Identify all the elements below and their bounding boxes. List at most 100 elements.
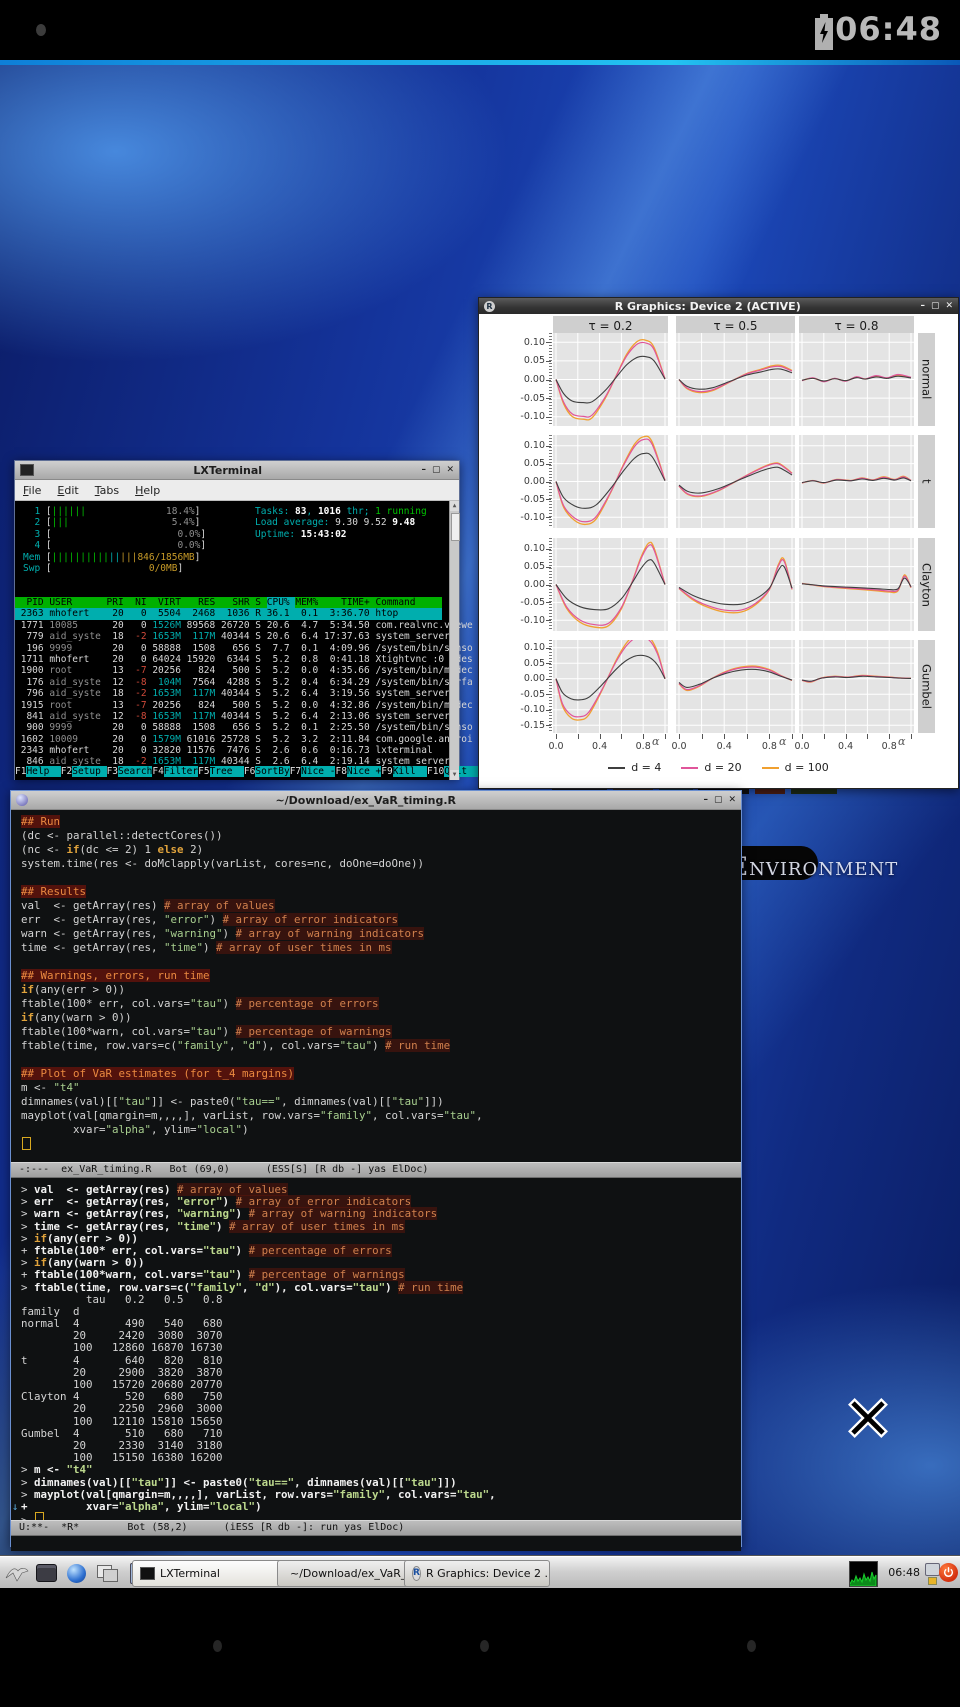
nav-recents-dot[interactable] <box>747 1640 756 1652</box>
console-line: > m <- "t4" <box>21 1463 741 1475</box>
console-line: family d <box>21 1305 741 1317</box>
terminal-screen[interactable]: 1 [|||||| 18.4%] 2 [||| 5.4%] 3 [ 0.0%] … <box>15 501 459 780</box>
fnkey-f3[interactable]: F3 <box>107 766 118 777</box>
y-tick <box>546 417 551 418</box>
htop-table-header[interactable]: PID USER PRI NI VIRT RES SHR S CPU% MEM%… <box>15 597 442 608</box>
fnkey-f10[interactable]: F10 <box>427 766 444 777</box>
maximize-button[interactable]: ▢ <box>931 302 940 311</box>
htop-process-row[interactable]: 2363 mhofert 20 0 5504 2468 1036 R 36.1 … <box>15 608 442 619</box>
scrollbar-thumb[interactable] <box>451 513 460 541</box>
plot-panel <box>676 538 795 631</box>
x-tick <box>824 734 825 739</box>
htop-process-row[interactable]: 196 9999 20 0 58888 1508 656 S 7.7 0.1 4… <box>15 643 442 654</box>
y-tick <box>546 694 551 695</box>
taskbar-clock[interactable]: 06:48 <box>888 1566 920 1579</box>
fnkey-f2[interactable]: F2 <box>61 766 72 777</box>
y-tick-label: 0.10 <box>511 543 545 554</box>
fnkey-f6[interactable]: F6 <box>244 766 255 777</box>
htop-process-row[interactable]: 1900 root 13 -7 20256 824 500 S 5.2 0.0 … <box>15 665 442 676</box>
menu-item-help[interactable]: Help <box>135 484 160 497</box>
wallpaper-highlight <box>0 60 960 65</box>
facet-row-strip: Clayton <box>918 538 935 631</box>
y-tick-label: -0.10 <box>511 512 545 523</box>
nav-home-dot[interactable] <box>480 1640 489 1652</box>
scroll-up-icon[interactable]: ▲ <box>450 501 459 511</box>
close-button[interactable]: ✕ <box>728 796 736 805</box>
y-tick-label: 0.00 <box>511 673 545 684</box>
console-line: 20 2250 2960 3000 <box>21 1402 741 1414</box>
menu-item-file[interactable]: File <box>23 484 41 497</box>
y-tick <box>546 464 551 465</box>
htop-process-row[interactable]: 900 9999 20 0 58888 1508 656 S 5.2 0.1 2… <box>15 722 442 733</box>
plot-panel <box>676 640 795 733</box>
plot-legend: d = 4d = 20d = 100 <box>479 761 958 774</box>
console-line: > ftable(time, row.vars=c("family", "d")… <box>21 1281 741 1293</box>
y-tick <box>546 679 551 680</box>
browser-icon[interactable] <box>64 1561 89 1586</box>
minimize-button[interactable]: – <box>421 466 426 475</box>
taskbar-task-2[interactable]: ~/Download/ex_VaR_... <box>277 1560 413 1587</box>
y-tick-label: -0.10 <box>511 704 545 715</box>
htop-meter-line: 2 [||| 5.4%] <box>23 517 206 528</box>
emacs-r-console-buffer[interactable]: > val <- getArray(res) # array of values… <box>11 1178 741 1520</box>
code-line: ftable(100* err, col.vars="tau") # perce… <box>21 997 741 1011</box>
console-line: > warn <- getArray(res, "warning") # arr… <box>21 1207 741 1219</box>
console-line: 20 2420 3080 3070 <box>21 1329 741 1341</box>
console-line: > mayplot(val[qmargin=m,,,,], varList, r… <box>21 1488 741 1500</box>
htop-process-row[interactable]: 1915 root 13 -7 20256 824 500 S 5.2 0.0 … <box>15 700 442 711</box>
menu-item-edit[interactable]: Edit <box>57 484 78 497</box>
scroll-down-icon[interactable]: ▼ <box>450 770 459 780</box>
htop-process-row[interactable]: 1602 10009 20 0 1579M 61016 25728 S 5.2 … <box>15 734 442 745</box>
maximize-button[interactable]: ▢ <box>714 796 723 805</box>
fnkey-f1[interactable]: F1 <box>15 766 26 777</box>
console-line: > err <- getArray(res, "error") # array … <box>21 1195 741 1207</box>
logout-power-icon[interactable] <box>939 1563 958 1582</box>
fnkey-f4[interactable]: F4 <box>152 766 163 777</box>
htop-process-row[interactable]: 1771 10085 20 0 1526M 89568 26720 S 20.6… <box>15 620 442 631</box>
r-graphics-titlebar[interactable]: R R Graphics: Device 2 (ACTIVE) – ▢ ✕ <box>479 298 958 314</box>
x-tick-label: 0.0 <box>543 741 569 752</box>
fnkey-f9[interactable]: F9 <box>381 766 392 777</box>
screenlock-icon[interactable] <box>925 1563 940 1583</box>
minimize-button[interactable]: – <box>920 302 925 311</box>
nav-back-dot[interactable] <box>213 1640 222 1652</box>
htop-process-row[interactable]: 796 aid_syste 18 -2 1653M 117M 40344 S 5… <box>15 688 442 699</box>
taskbar-task-3[interactable]: RR Graphics: Device 2 ... <box>404 1560 550 1587</box>
close-button[interactable]: ✕ <box>446 466 454 475</box>
legend-item: d = 4 <box>608 761 661 774</box>
htop-function-keys[interactable]: F1Help F2Setup F3SearchF4FilterF5Tree F6… <box>15 766 442 777</box>
emacs-titlebar[interactable]: ~/Download/ex_VaR_timing.R – ▢ ✕ <box>11 791 741 810</box>
file-manager-icon[interactable] <box>34 1561 59 1586</box>
htop-process-row[interactable]: 841 aid_syste 12 -8 1653M 117M 40344 S 5… <box>15 711 442 722</box>
htop-process-row[interactable]: 2343 mhofert 20 0 32820 11576 7476 S 2.6… <box>15 745 442 756</box>
htop-process-row[interactable]: 779 aid_syste 18 -2 1653M 117M 40344 S 2… <box>15 631 442 642</box>
x-tick <box>621 734 622 739</box>
fnkey-f8[interactable]: F8 <box>335 766 346 777</box>
minimize-button[interactable]: – <box>703 796 708 805</box>
terminal-scrollbar[interactable]: ▲ ▼ <box>449 501 459 780</box>
screen: { "status_bar": { "time": "06:48", "batt… <box>0 0 960 1707</box>
code-line: m <- "t4" <box>21 1081 741 1095</box>
lxde-menu-icon[interactable] <box>4 1561 29 1586</box>
htop-process-row[interactable]: 1711 mhofert 20 0 64024 15920 6344 S 5.2… <box>15 654 442 665</box>
emacs-source-buffer[interactable]: ## Run(dc <- parallel::detectCores())(nc… <box>11 810 741 1162</box>
close-button[interactable]: ✕ <box>945 302 953 311</box>
x-tick-label: 0.0 <box>789 741 815 752</box>
plot-panel <box>676 435 795 528</box>
htop-meter-line: Swp [ 0/0MB] <box>23 563 206 574</box>
fnkey-f7[interactable]: F7 <box>290 766 301 777</box>
emacs-minibuffer[interactable] <box>11 1536 741 1551</box>
iconify-windows-icon[interactable] <box>94 1561 119 1586</box>
htop-info-line: Uptime: 15:43:02 <box>255 529 427 540</box>
lxterminal-titlebar[interactable]: LXTerminal – ▢ ✕ <box>15 461 459 480</box>
r-icon: R <box>412 1566 421 1581</box>
htop-process-row[interactable]: 176 aid_syste 12 -8 104M 7564 4288 S 5.2… <box>15 677 442 688</box>
menu-item-tabs[interactable]: Tabs <box>95 484 119 497</box>
maximize-button[interactable]: ▢ <box>432 466 441 475</box>
fnkey-f5[interactable]: F5 <box>198 766 209 777</box>
taskbar-task-1[interactable]: LXTerminal <box>132 1560 286 1587</box>
x-tick <box>600 734 601 739</box>
y-tick-label: 0.10 <box>511 642 545 653</box>
cpu-monitor[interactable] <box>849 1561 878 1587</box>
android-status-bar: 06:48 <box>0 0 960 60</box>
